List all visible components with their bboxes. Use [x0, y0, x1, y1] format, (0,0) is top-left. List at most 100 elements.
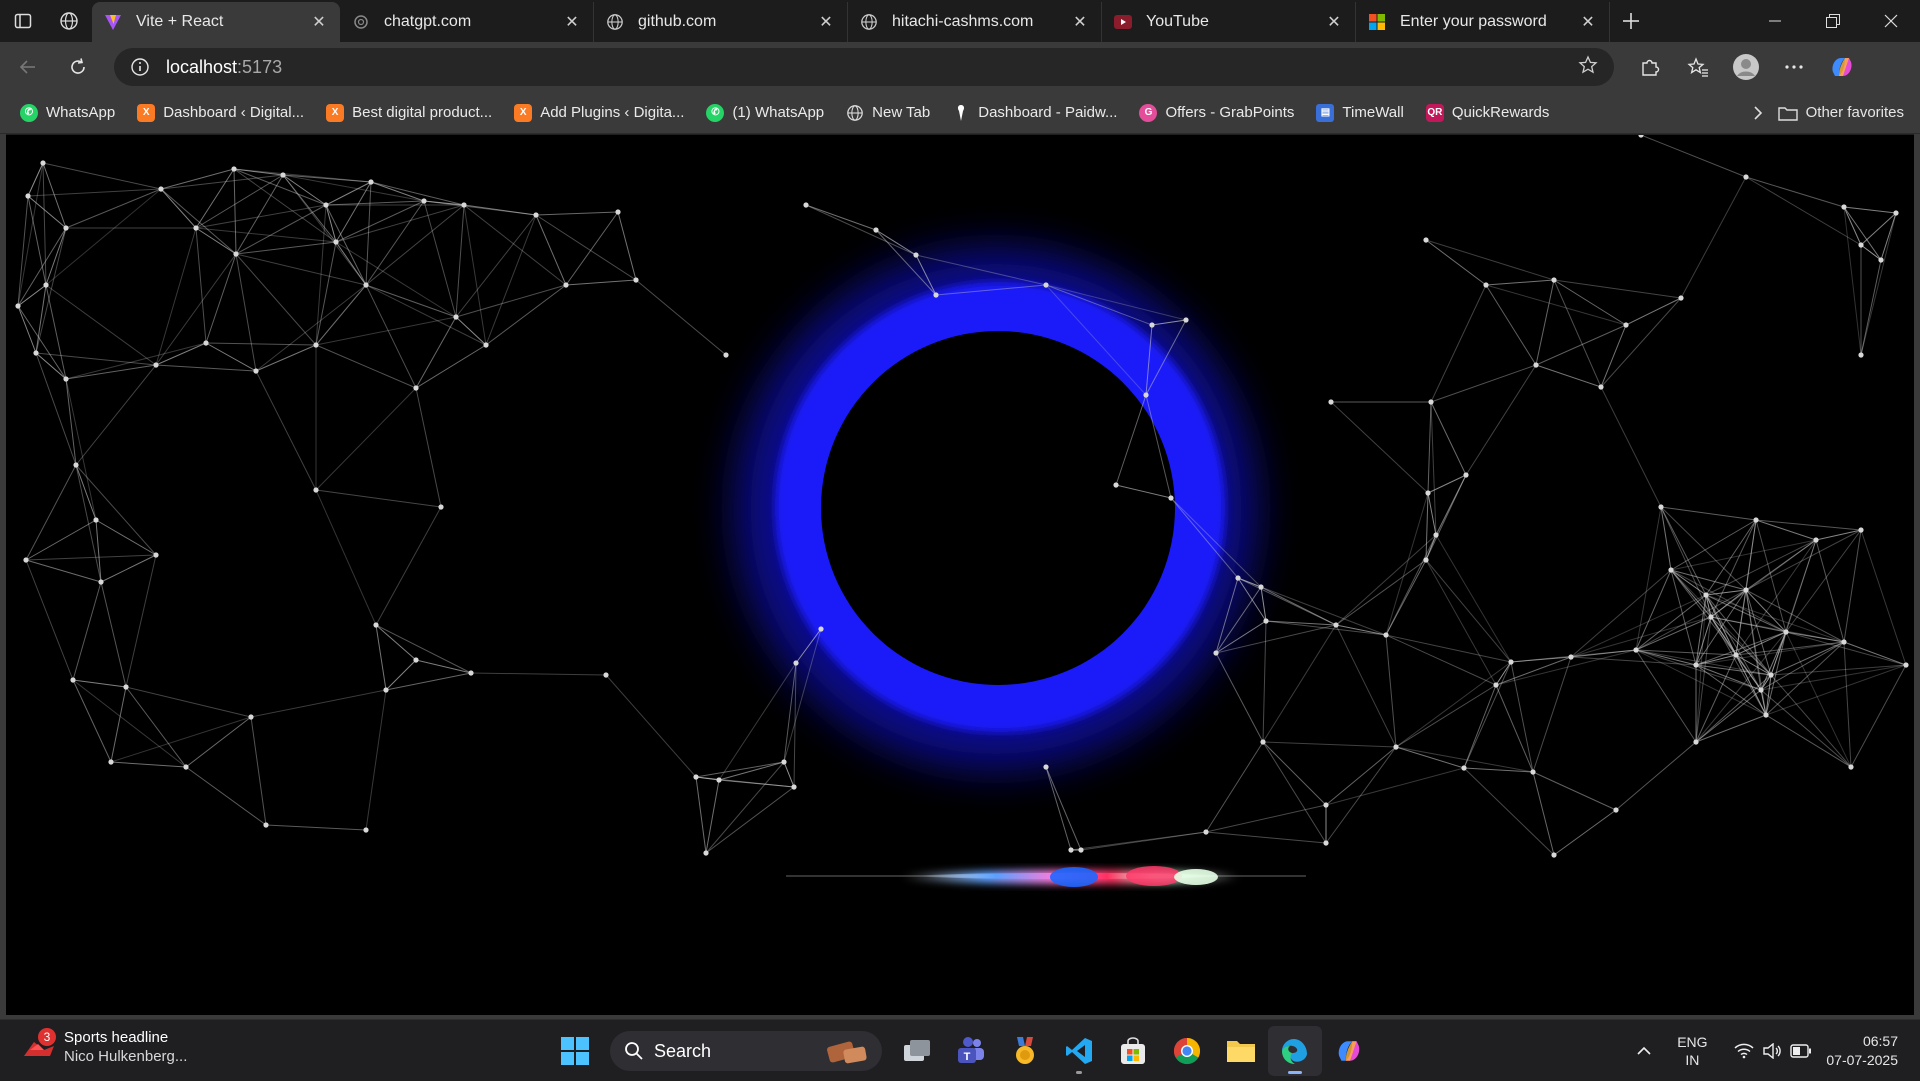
widgets-button[interactable]: 3 Sports headline Nico Hulkenberg... — [22, 1028, 187, 1066]
other-favorites-folder[interactable]: Other favorites — [1777, 104, 1904, 121]
network-node — [1428, 399, 1434, 405]
new-tab-button[interactable] — [1610, 0, 1652, 42]
close-window-button[interactable] — [1862, 0, 1920, 42]
network-link — [1465, 364, 1537, 476]
minimize-button[interactable] — [1746, 0, 1804, 42]
taskbar-search[interactable]: Search — [610, 1031, 882, 1071]
window-controls — [1746, 0, 1920, 42]
bookmark-dashboard-digital[interactable]: X Dashboard ‹ Digital... — [129, 97, 312, 129]
whatsapp-icon: ✆ — [20, 103, 38, 122]
start-button[interactable] — [548, 1026, 602, 1076]
tab-github[interactable]: github.com ✕ — [594, 2, 848, 42]
file-explorer-button[interactable] — [1214, 1026, 1268, 1076]
close-icon[interactable]: ✕ — [1325, 13, 1343, 31]
network-link — [485, 214, 537, 346]
store-button[interactable] — [1106, 1026, 1160, 1076]
medal-app-button[interactable] — [998, 1026, 1052, 1076]
more-icon — [1785, 65, 1803, 69]
teams-button[interactable]: T — [944, 1026, 998, 1076]
bookmark-grabpoints[interactable]: G Offers - GrabPoints — [1131, 97, 1302, 129]
close-icon[interactable]: ✕ — [817, 13, 835, 31]
task-view-button[interactable] — [890, 1026, 944, 1076]
network-link — [1532, 771, 1555, 856]
network-link — [1843, 206, 1897, 214]
bookmark-dashboard-paidwork[interactable]: Dashboard - Paidw... — [944, 97, 1125, 129]
xampp-icon: X — [137, 103, 156, 122]
tab-vite-react[interactable]: Vite + React ✕ — [92, 2, 340, 42]
bookmark-whatsapp[interactable]: ✆ WhatsApp — [12, 97, 123, 129]
close-icon[interactable]: ✕ — [1579, 13, 1597, 31]
network-link — [1335, 534, 1437, 626]
network-link — [1262, 741, 1397, 748]
network-link — [1463, 661, 1512, 769]
bookmark-whatsapp-1[interactable]: ✆ (1) WhatsApp — [698, 97, 832, 129]
back-button[interactable] — [6, 45, 50, 89]
network-link — [1430, 284, 1487, 403]
edge-button[interactable] — [1268, 1026, 1322, 1076]
address-bar[interactable]: localhost:5173 — [114, 48, 1614, 86]
task-view-icon — [904, 1040, 930, 1061]
favorite-star-icon[interactable] — [1578, 54, 1598, 80]
more-favorites-button[interactable] — [1738, 105, 1778, 121]
extensions-button[interactable] — [1626, 45, 1674, 89]
network-node — [1841, 204, 1847, 210]
favorites-bar: ✆ WhatsApp X Dashboard ‹ Digital... X Best … — [0, 92, 1920, 134]
vscode-button[interactable] — [1052, 1026, 1106, 1076]
tab-chatgpt[interactable]: chatgpt.com ✕ — [340, 2, 594, 42]
network-node — [1678, 295, 1684, 301]
profile-button[interactable] — [1722, 45, 1770, 89]
copilot-button[interactable] — [1818, 45, 1866, 89]
restore-button[interactable] — [1804, 0, 1862, 42]
tab-enter-password[interactable]: Enter your password ✕ — [1356, 2, 1610, 42]
chrome-button[interactable] — [1160, 1026, 1214, 1076]
network-node — [1463, 472, 1469, 478]
network-link — [365, 204, 465, 286]
network-node — [153, 362, 159, 368]
network-node — [793, 660, 799, 666]
network-link — [1325, 746, 1397, 806]
network-link — [1265, 620, 1337, 626]
bookmark-best-digital-product[interactable]: X Best digital product... — [318, 97, 500, 129]
network-node — [603, 672, 609, 678]
bookmark-timewall[interactable]: ▤ TimeWall — [1308, 97, 1411, 129]
refresh-button[interactable] — [56, 45, 100, 89]
network-link — [1860, 529, 1907, 666]
network-node — [1708, 614, 1714, 620]
bookmark-new-tab[interactable]: New Tab — [838, 97, 938, 129]
favorites-button[interactable] — [1674, 45, 1722, 89]
input-language-button[interactable]: ENG IN — [1664, 1033, 1720, 1069]
close-icon[interactable]: ✕ — [563, 13, 581, 31]
network-node — [1633, 647, 1639, 653]
network-link — [1765, 664, 1907, 716]
network-node — [363, 827, 369, 833]
copilot-taskbar-button[interactable] — [1322, 1026, 1376, 1076]
network-node — [1483, 282, 1489, 288]
network-link — [695, 761, 785, 778]
voice-waveform — [786, 866, 1306, 887]
network-link — [1325, 746, 1397, 844]
avatar — [1733, 54, 1759, 80]
network-node — [1638, 135, 1644, 138]
network-link — [415, 387, 442, 508]
globe-icon — [846, 104, 864, 122]
close-icon[interactable]: ✕ — [1071, 13, 1089, 31]
quick-settings-button[interactable] — [1734, 1042, 1812, 1059]
network-node — [1753, 517, 1759, 523]
workspaces-button[interactable] — [46, 0, 92, 42]
settings-more-button[interactable] — [1770, 45, 1818, 89]
clock-button[interactable]: 06:57 07-07-2025 — [1826, 1032, 1898, 1070]
tab-actions-button[interactable] — [0, 0, 46, 42]
clock-date: 07-07-2025 — [1826, 1051, 1898, 1068]
network-link — [1395, 684, 1497, 748]
network-link — [100, 554, 157, 583]
network-link — [1860, 259, 1882, 356]
close-icon[interactable]: ✕ — [310, 13, 328, 31]
bookmark-quickrewards[interactable]: QR QuickRewards — [1418, 97, 1558, 129]
taskbar: 3 Sports headline Nico Hulkenberg... Sea… — [0, 1019, 1920, 1080]
network-link — [1260, 586, 1267, 622]
tab-hitachi[interactable]: hitachi-cashms.com ✕ — [848, 2, 1102, 42]
show-hidden-icons-button[interactable] — [1624, 1046, 1664, 1056]
network-link — [1670, 519, 1757, 571]
bookmark-add-plugins[interactable]: X Add Plugins ‹ Digita... — [506, 97, 692, 129]
tab-youtube[interactable]: YouTube ✕ — [1102, 2, 1356, 42]
